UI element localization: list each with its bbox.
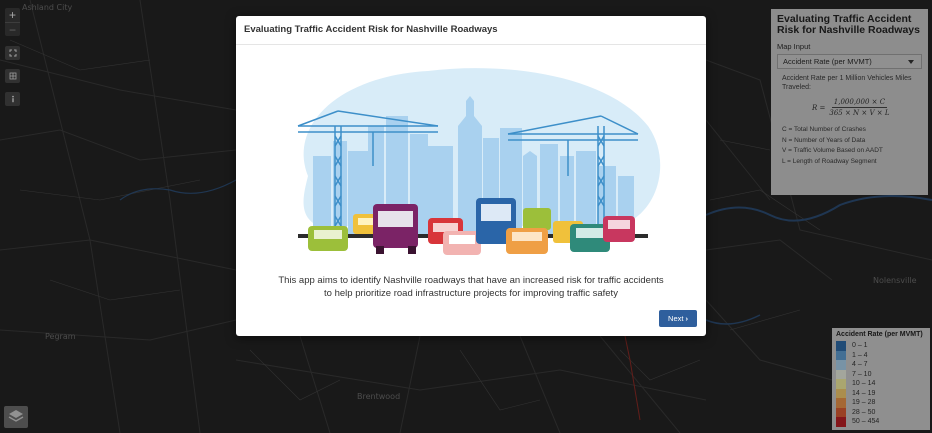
- next-button[interactable]: Next ›: [659, 310, 697, 327]
- modal-description: This app aims to identify Nashville road…: [256, 274, 686, 300]
- description-line: This app aims to identify Nashville road…: [278, 275, 664, 286]
- chevron-right-icon: ›: [685, 314, 688, 323]
- intro-modal: Evaluating Traffic Accident Risk for Nas…: [236, 16, 706, 336]
- city-traffic-illustration: [297, 68, 661, 255]
- description-line: to help prioritize road infrastructure p…: [324, 288, 618, 299]
- next-label: Next: [668, 314, 684, 323]
- modal-title: Evaluating Traffic Accident Risk for Nas…: [236, 16, 706, 45]
